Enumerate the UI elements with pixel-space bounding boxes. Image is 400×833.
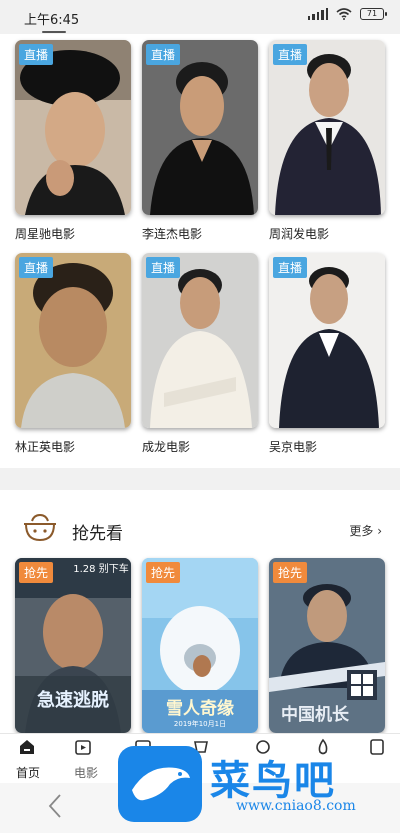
stars-section: 直播 周星驰电影 直播 李连杰电影 直播 周润发电影 直播 林正英电影 直播 成… [0,34,400,468]
poster-image: 雪人奇缘 2019年10月1日 [142,558,258,733]
app-screen: 上午6:45 71 直播 周星驰电影 直播 李连杰电影 直播 周润发电影 直播 … [0,0,400,833]
live-badge: 直播 [19,257,54,278]
star-caption: 吴京电影 [269,440,318,454]
star-thumbnail[interactable]: 直播 [269,253,385,428]
poster-top-text: 1.28 别下车 [73,562,128,575]
status-icons: 71 [307,8,387,20]
preview-section: 抢先看 更多 › 急速逃脱 1.28 别下车 抢先 雪人奇缘 2019年10月1… [0,490,400,740]
nav-label: 首页 [16,766,41,780]
poster-image: 急速逃脱 1.28 别下车 [15,558,131,733]
preview-tile[interactable]: 急速逃脱 1.28 别下车 抢先 [15,558,131,733]
movie-icon [75,740,91,755]
status-indicator [42,31,66,33]
star-thumbnail[interactable]: 直播 [142,40,258,215]
star-tile[interactable]: 直播 成龙电影 [142,253,258,455]
preview-tile[interactable]: 雪人奇缘 2019年10月1日 抢先 [142,558,258,733]
preview-badge: 抢先 [19,562,54,583]
nav-item-movie[interactable]: 电影 [60,734,110,784]
watermark: 菜鸟吧 www.cniao8.com [118,746,400,822]
movie-poster[interactable]: 雪人奇缘 2019年10月1日 抢先 [142,558,258,733]
signal-icon [307,8,328,20]
battery-icon: 71 [360,8,387,20]
star-thumbnail[interactable]: 直播 [269,40,385,215]
star-tile[interactable]: 直播 周星驰电影 [15,40,131,242]
live-badge: 直播 [273,257,308,278]
live-badge: 直播 [146,44,181,65]
star-caption: 成龙电影 [142,440,191,454]
live-badge: 直播 [273,44,308,65]
preview-badge: 抢先 [273,562,308,583]
star-thumbnail[interactable]: 直播 [15,40,131,215]
nav-item-home[interactable]: 首页 [4,734,54,784]
bowl-icon [24,513,56,542]
wifi-icon [336,8,352,20]
bird-logo-icon [118,746,202,822]
back-icon[interactable] [44,791,66,821]
more-link[interactable]: 更多 › [349,522,382,539]
status-bar: 上午6:45 71 [0,0,400,34]
preview-badge: 抢先 [146,562,181,583]
poster-image: 中国机长 [269,558,385,733]
portrait-image [269,253,385,428]
portrait-image [142,253,258,428]
portrait-image [142,40,258,215]
preview-tile[interactable]: 中国机长 抢先 [269,558,385,733]
live-badge: 直播 [146,257,181,278]
portrait-image [15,253,131,428]
status-time: 上午6:45 [24,13,80,28]
star-thumbnail[interactable]: 直播 [142,253,258,428]
more-label: 更多 [349,524,374,538]
watermark-url: www.cniao8.com [236,798,356,814]
live-badge: 直播 [19,44,54,65]
poster-title: 雪人奇缘 [166,698,234,719]
star-tile[interactable]: 直播 林正英电影 [15,253,131,455]
poster-title: 急速逃脱 [37,689,109,711]
poster-title: 中国机长 [281,704,350,725]
home-icon [20,740,34,754]
star-caption: 周星驰电影 [15,227,76,241]
star-caption: 林正英电影 [15,440,76,454]
star-tile[interactable]: 直播 周润发电影 [269,40,385,242]
portrait-image [15,40,131,215]
star-thumbnail[interactable]: 直播 [15,253,131,428]
section-title: 抢先看 [72,524,123,544]
movie-poster[interactable]: 急速逃脱 1.28 别下车 抢先 [15,558,131,733]
poster-top-text: 2019年10月1日 [174,719,226,728]
movie-poster[interactable]: 中国机长 抢先 [269,558,385,733]
star-caption: 周润发电影 [269,227,330,241]
star-caption: 李连杰电影 [142,227,203,241]
nav-label: 电影 [74,766,99,780]
star-tile[interactable]: 直播 李连杰电影 [142,40,258,242]
star-tile[interactable]: 直播 吴京电影 [269,253,385,455]
portrait-image [269,40,385,215]
